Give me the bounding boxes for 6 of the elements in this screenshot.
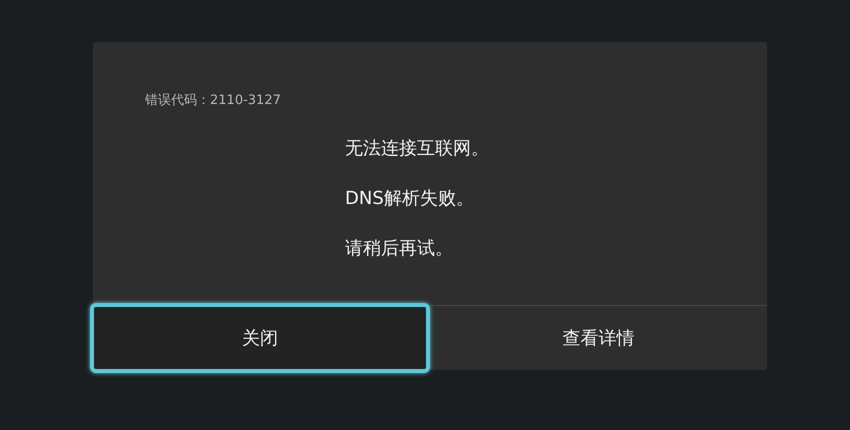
error-code: 错误代码：2110-3127 (145, 93, 281, 108)
details-button[interactable]: 查看详情 (430, 306, 767, 370)
error-message: 请稍后再试。 (345, 237, 453, 261)
error-message: DNS解析失败。 (345, 187, 474, 211)
error-message: 无法连接互联网。 (345, 137, 489, 161)
close-button[interactable]: 关闭 (90, 303, 430, 373)
